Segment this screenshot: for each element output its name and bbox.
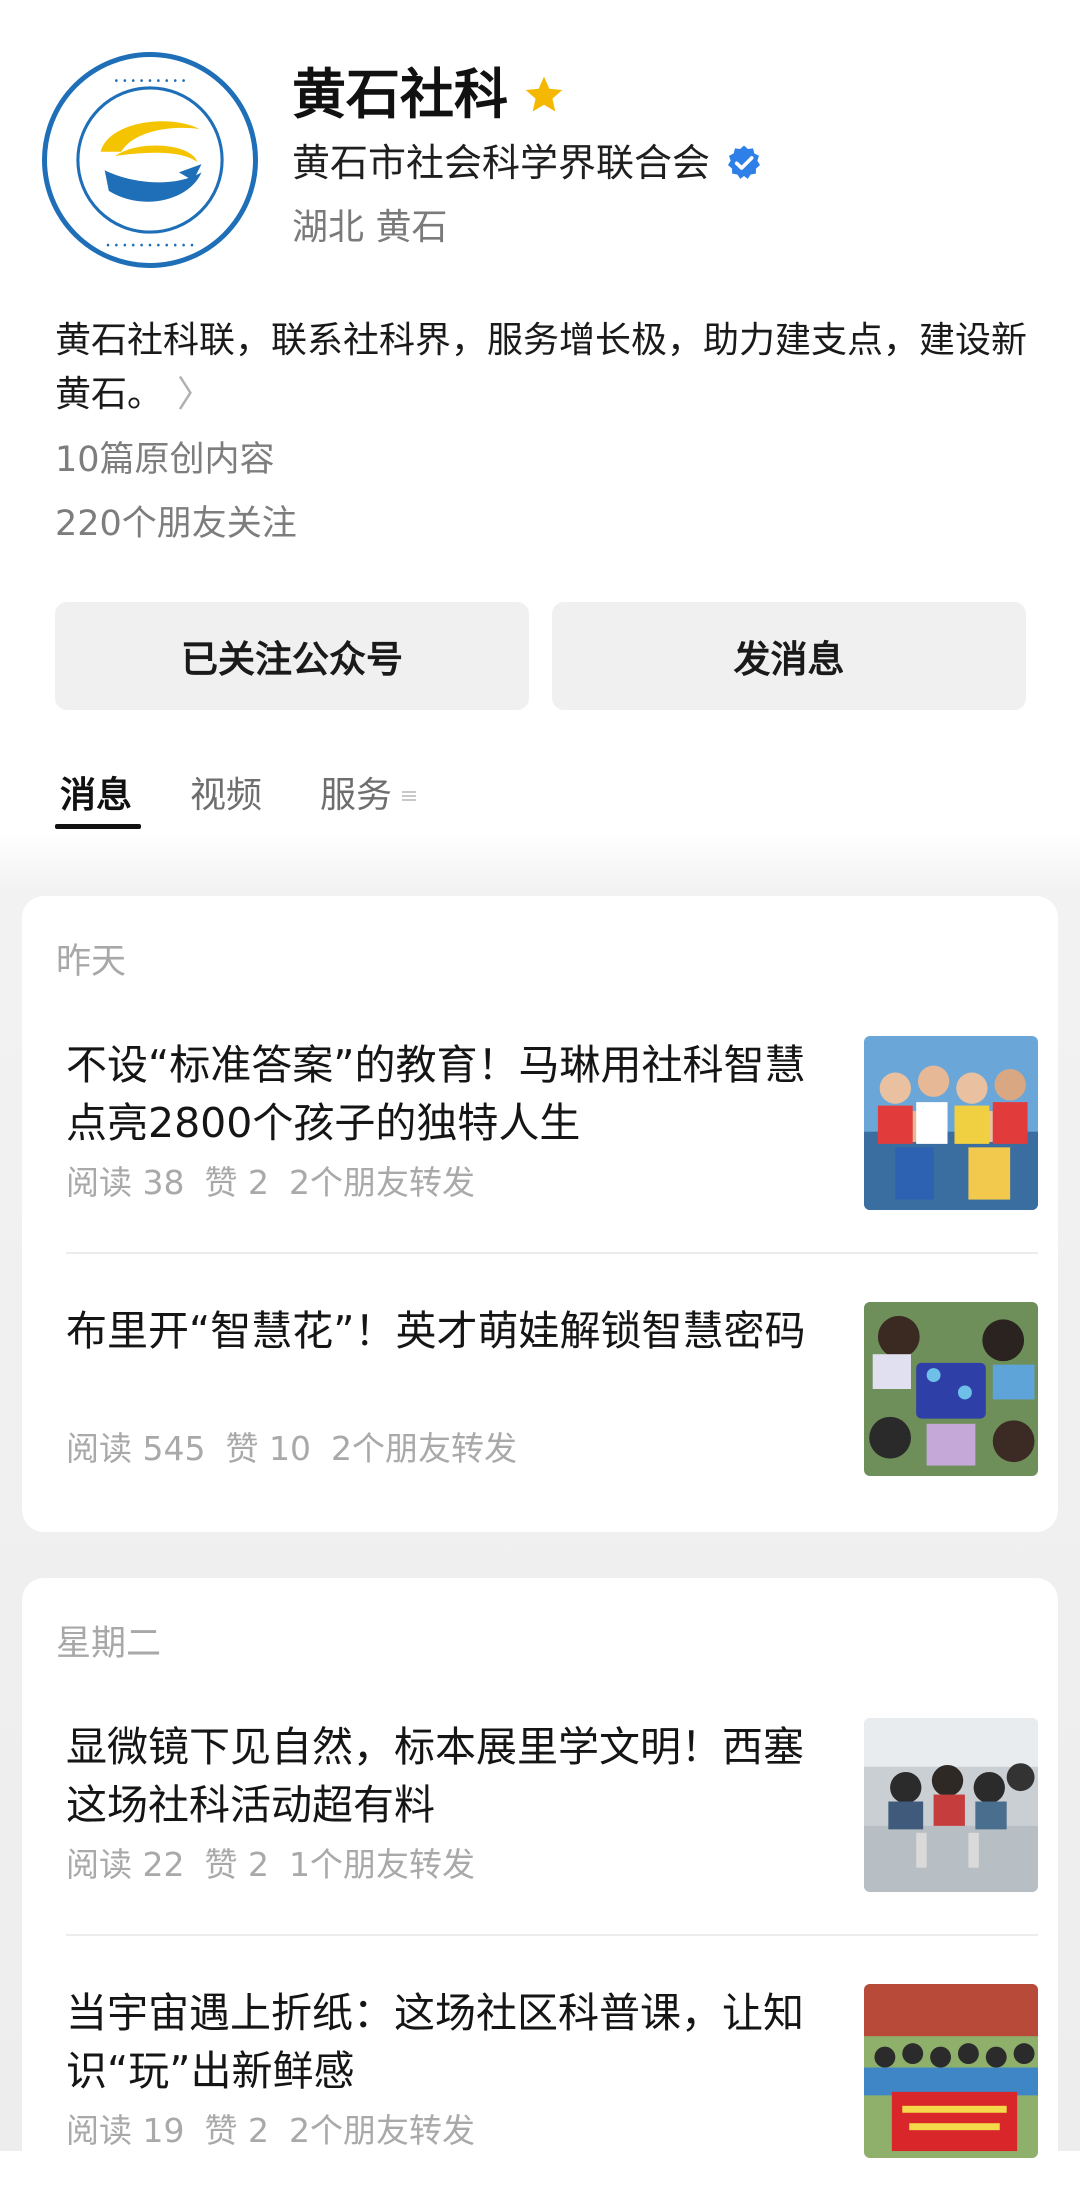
children-group-photo-icon (864, 1036, 1038, 1210)
article-thumbnail[interactable] (864, 1036, 1038, 1210)
friends-following-count[interactable]: 220个朋友关注 (55, 498, 297, 550)
verified-badge-icon (728, 145, 761, 179)
microscope-activity-photo-icon (864, 1718, 1038, 1892)
menu-lines-icon (402, 791, 417, 801)
account-bio[interactable]: 黄石社科联，联系社科界，服务增长极，助力建支点，建设新黄石。〉 (55, 314, 1040, 422)
organization-name: 黄石市社会科学界联合会 (292, 138, 764, 188)
like-count: 赞 2 (204, 1845, 269, 1884)
article-title: 显微镜下见自然，标本展里学文明！西塞这场社科活动超有料 (66, 1723, 804, 1829)
tab-services-label: 服务 (320, 775, 393, 816)
article-meta: 阅读 19 赞 2 2个朋友转发 (66, 2108, 495, 2154)
organization-name-text: 黄石市社会科学界联合会 (292, 141, 711, 185)
message-group-card: 昨天 不设“标准答案”的教育！马琳用社科智慧点亮2800个孩子的独特人生 阅读 … (22, 896, 1058, 1532)
account-name-text: 黄石社科 (292, 63, 508, 126)
friend-shares: 2个朋友转发 (288, 2111, 475, 2150)
logo-icon: • • • • • • • • • • • • • • • • • • • • (51, 61, 249, 259)
article-meta: 阅读 545 赞 10 2个朋友转发 (66, 1426, 537, 1472)
like-count: 赞 2 (204, 1163, 269, 1202)
active-tab-indicator (55, 824, 141, 829)
article-thumbnail[interactable] (864, 1984, 1038, 2158)
article-meta: 阅读 38 赞 2 2个朋友转发 (66, 1160, 495, 1206)
article-thumbnail[interactable] (864, 1718, 1038, 1892)
svg-text:• • • • • • • • • • •: • • • • • • • • • • • (105, 241, 194, 252)
friend-shares: 2个朋友转发 (330, 1429, 517, 1468)
article-title: 当宇宙遇上折纸：这场社区科普课，让知识“玩”出新鲜感 (66, 1989, 804, 2095)
star-icon[interactable] (522, 73, 566, 117)
article-title: 布里开“智慧花”！英才萌娃解锁智慧密码 (66, 1307, 806, 1355)
like-count: 赞 10 (225, 1429, 311, 1468)
article-thumbnail[interactable] (864, 1302, 1038, 1476)
article-item[interactable]: 显微镜下见自然，标本展里学文明！西塞这场社科活动超有料 阅读 22 赞 2 1个朋友… (66, 1718, 1038, 1894)
followed-account-button[interactable]: 已关注公众号 (55, 602, 529, 710)
read-count: 阅读 19 (66, 2111, 185, 2150)
article-meta: 阅读 22 赞 2 1个朋友转发 (66, 1842, 495, 1888)
tab-messages[interactable]: 消息 (60, 770, 132, 822)
kids-experiment-photo-icon (864, 1302, 1038, 1476)
group-date: 星期二 (56, 1624, 162, 1664)
tab-services[interactable]: 服务 (320, 770, 418, 822)
like-count: 赞 2 (204, 2111, 269, 2150)
tab-videos[interactable]: 视频 (190, 770, 262, 822)
article-divider (66, 1934, 1038, 1936)
article-item[interactable]: 布里开“智慧花”！英才萌娃解锁智慧密码 阅读 545 赞 10 2个朋友转发 (66, 1302, 1038, 1478)
account-location: 湖北 黄石 (292, 207, 448, 248)
article-item[interactable]: 不设“标准答案”的教育！马琳用社科智慧点亮2800个孩子的独特人生 阅读 38 赞… (66, 1036, 1038, 1212)
community-banner-photo-icon (864, 1984, 1038, 2158)
article-title: 不设“标准答案”的教育！马琳用社科智慧点亮2800个孩子的独特人生 (66, 1041, 806, 1147)
account-avatar[interactable]: • • • • • • • • • • • • • • • • • • • • (42, 52, 258, 268)
account-name: 黄石社科 (292, 60, 566, 130)
message-group-card: 星期二 显微镜下见自然，标本展里学文明！西塞这场社科活动超有料 阅读 22 赞 2… (22, 1578, 1058, 2198)
original-content-count[interactable]: 10篇原创内容 (55, 434, 275, 486)
article-divider (66, 1252, 1038, 1254)
read-count: 阅读 38 (66, 1163, 185, 1202)
friend-shares: 2个朋友转发 (288, 1163, 475, 1202)
read-count: 阅读 545 (66, 1429, 206, 1468)
chevron-right-icon: 〉 (177, 374, 214, 415)
article-item[interactable]: 当宇宙遇上折纸：这场社区科普课，让知识“玩”出新鲜感 阅读 19 赞 2 2个朋友转… (66, 1984, 1038, 2160)
svg-text:• • • • • • • • •: • • • • • • • • • (114, 76, 187, 87)
friend-shares: 1个朋友转发 (288, 1845, 475, 1884)
send-message-button[interactable]: 发消息 (552, 602, 1026, 710)
group-date: 昨天 (56, 942, 127, 982)
read-count: 阅读 22 (66, 1845, 185, 1884)
